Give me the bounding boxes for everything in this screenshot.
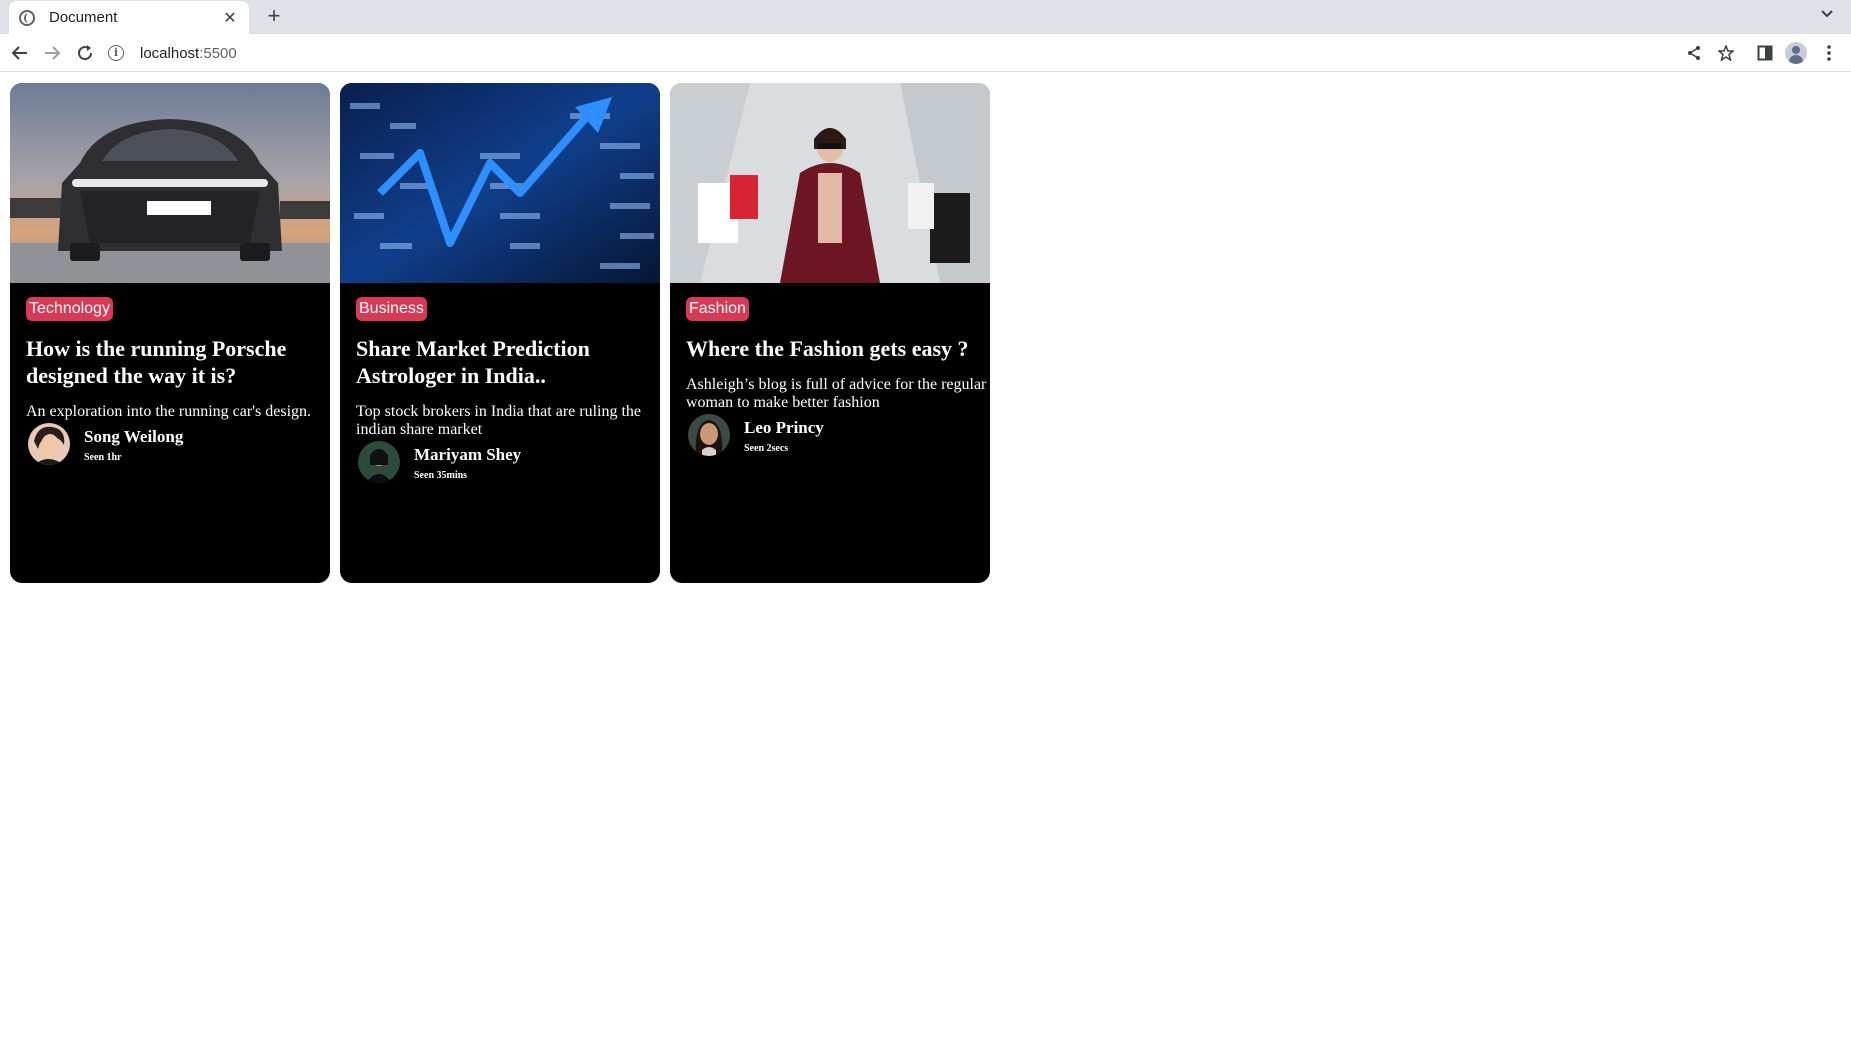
card-body: Technology How is the running Porsche de… xyxy=(10,283,330,465)
card-description: An exploration into the running car's de… xyxy=(26,403,312,420)
card-list: Technology How is the running Porsche de… xyxy=(10,83,990,583)
star-icon[interactable] xyxy=(1712,39,1740,67)
browser-toolbar: i localhost:5500 xyxy=(0,34,1851,72)
shopping-woman-photo xyxy=(670,83,990,283)
side-panel-icon[interactable] xyxy=(1751,39,1779,67)
card-title[interactable]: Share Market Prediction Astrologer in In… xyxy=(356,335,651,389)
card-description: Ashleigh’s blog is full of advice for th… xyxy=(686,376,987,411)
author-block: Leo Princy Seen 2secs xyxy=(686,414,990,456)
category-tag[interactable]: Business xyxy=(356,297,427,321)
seen-time: Seen 1hr xyxy=(84,452,122,463)
back-arrow-icon[interactable] xyxy=(6,39,34,67)
reload-icon[interactable] xyxy=(71,39,99,67)
avatar xyxy=(688,414,730,456)
card-description: Top stock brokers in India that are ruli… xyxy=(356,403,642,438)
category-tag[interactable]: Fashion xyxy=(686,297,749,321)
profile-icon[interactable] xyxy=(1782,39,1810,67)
forward-arrow-icon[interactable] xyxy=(38,39,66,67)
card-title[interactable]: How is the running Porsche designed the … xyxy=(26,335,321,389)
chevron-down-icon[interactable] xyxy=(1817,6,1837,28)
share-icon[interactable] xyxy=(1680,39,1708,67)
globe-icon xyxy=(19,9,35,26)
profile-avatar xyxy=(1785,42,1807,64)
avatar xyxy=(28,423,70,465)
browser-tab[interactable]: Document ✕ xyxy=(9,1,249,34)
url-text[interactable]: localhost:5500 xyxy=(140,45,237,62)
avatar xyxy=(358,441,400,483)
card-body: Business Share Market Prediction Astrolo… xyxy=(340,283,660,483)
card-title[interactable]: Where the Fashion gets easy ? xyxy=(686,335,981,362)
author-info: Mariyam Shey Seen 35mins xyxy=(414,445,521,481)
kebab-menu-icon[interactable] xyxy=(1815,39,1843,67)
category-tag[interactable]: Technology xyxy=(26,297,113,321)
article-card[interactable]: Fashion Where the Fashion gets easy ? As… xyxy=(670,83,990,583)
author-name[interactable]: Mariyam Shey xyxy=(414,445,521,465)
tab-strip: Document ✕ + xyxy=(0,0,1851,34)
author-name[interactable]: Song Weilong xyxy=(84,427,183,447)
author-block: Mariyam Shey Seen 35mins xyxy=(356,441,660,483)
address-bar[interactable]: i localhost:5500 xyxy=(108,38,1668,68)
info-icon[interactable]: i xyxy=(108,45,124,61)
page-content: Technology How is the running Porsche de… xyxy=(0,73,1851,1053)
seen-time: Seen 35mins xyxy=(414,470,468,481)
author-info: Leo Princy Seen 2secs xyxy=(744,418,824,454)
author-block: Song Weilong Seen 1hr xyxy=(26,423,330,465)
card-body: Fashion Where the Fashion gets easy ? As… xyxy=(670,283,990,456)
new-tab-button[interactable]: + xyxy=(260,4,288,30)
author-info: Song Weilong Seen 1hr xyxy=(84,427,183,463)
article-card[interactable]: Technology How is the running Porsche de… xyxy=(10,83,330,583)
tab-title: Document xyxy=(49,9,118,26)
author-name[interactable]: Leo Princy xyxy=(744,418,824,438)
seen-time: Seen 2secs xyxy=(744,443,789,454)
article-card[interactable]: Business Share Market Prediction Astrolo… xyxy=(340,83,660,583)
url-port: :5500 xyxy=(199,44,237,62)
close-icon[interactable]: ✕ xyxy=(221,8,239,28)
car-photo xyxy=(10,83,330,283)
url-host: localhost xyxy=(140,44,200,62)
stock-chart-photo xyxy=(340,83,660,283)
